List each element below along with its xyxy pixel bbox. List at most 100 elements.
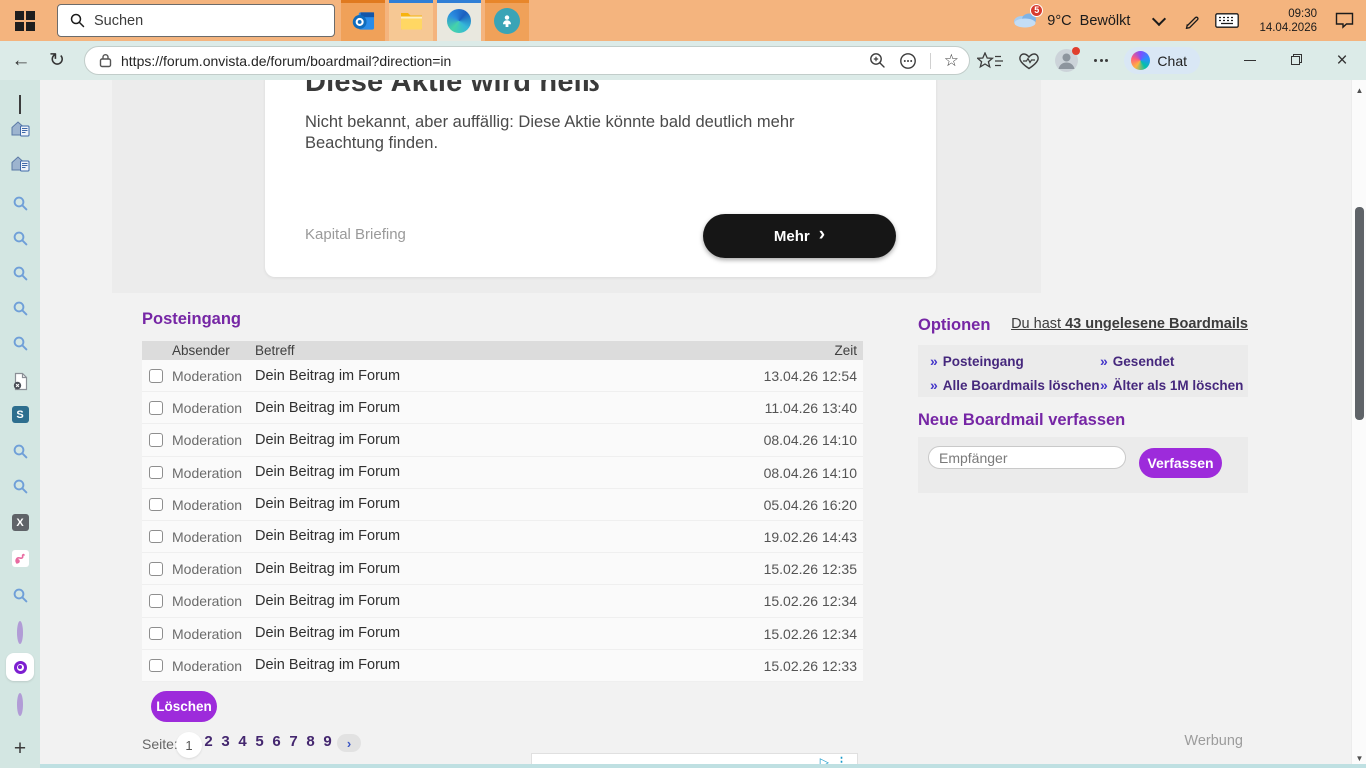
search-tab[interactable] (0, 231, 40, 251)
top-ad-card[interactable]: Diese Aktie wird heiß Nicht bekannt, abe… (265, 80, 936, 277)
taskbar-app-outlook[interactable] (341, 0, 385, 41)
onvista-favicon-active-tab[interactable] (0, 653, 40, 681)
page-number-link[interactable]: 5 (251, 733, 268, 750)
options-title: Optionen (918, 316, 990, 335)
settings-menu-icon[interactable] (1094, 59, 1108, 62)
x-favicon-tab[interactable]: X (0, 514, 40, 531)
table-row: Moderation Dein Beitrag im Forum 15.02.2… (142, 650, 863, 682)
row-checkbox[interactable] (149, 369, 163, 383)
search-tab[interactable] (0, 479, 40, 499)
unread-boardmails-link[interactable]: Du hast 43 ungelesene Boardmails (1011, 316, 1248, 332)
file-x-tab[interactable] (0, 372, 40, 396)
taskbar-app-file-explorer[interactable] (389, 0, 433, 41)
row-subject-link[interactable]: Dein Beitrag im Forum (255, 400, 400, 416)
flamingo-favicon-tab[interactable] (0, 550, 40, 567)
page-number-link[interactable]: 2 (200, 733, 217, 750)
touch-keyboard-icon[interactable] (1215, 13, 1239, 28)
next-page-button[interactable]: › (337, 734, 361, 752)
s-favicon-tab[interactable]: S (0, 406, 40, 423)
web-capture-icon[interactable] (899, 52, 917, 70)
new-tab-button[interactable]: + (0, 737, 40, 761)
row-checkbox[interactable] (149, 530, 163, 544)
scroll-down-arrow[interactable]: ▼ (1352, 754, 1366, 763)
minimize-button[interactable] (1242, 52, 1258, 70)
profile-avatar[interactable] (1055, 49, 1078, 72)
option-link[interactable]: »Gesendet (1100, 353, 1174, 369)
taskbar-search-input[interactable]: Suchen (57, 4, 335, 37)
taskbar-app-edge[interactable] (437, 0, 481, 41)
page-number-link[interactable]: 8 (302, 733, 319, 750)
favorites-list-icon[interactable] (977, 52, 1003, 70)
page-number-link[interactable]: 9 (319, 733, 336, 750)
row-subject-link[interactable]: Dein Beitrag im Forum (255, 625, 400, 641)
chevron-down-tab[interactable] (0, 95, 40, 113)
close-button[interactable]: × (1334, 50, 1350, 72)
url-text: https://forum.onvista.de/forum/boardmail… (121, 53, 856, 69)
refresh-button[interactable]: ↻ (42, 49, 72, 72)
copilot-chat-button[interactable]: Chat (1124, 47, 1200, 74)
search-tab[interactable] (0, 444, 40, 464)
onvista-favicon-tab[interactable] (0, 624, 40, 642)
row-subject-link[interactable]: Dein Beitrag im Forum (255, 593, 400, 609)
compose-button[interactable]: Verfassen (1139, 448, 1222, 478)
back-button[interactable]: ← (6, 50, 36, 72)
option-link[interactable]: »Älter als 1M löschen (1100, 377, 1243, 393)
flamingo-favicon-icon (12, 550, 29, 567)
weather-text[interactable]: 9°C Bewölkt (1047, 13, 1130, 29)
clock-time: 09:30 (1259, 7, 1317, 21)
option-link[interactable]: »Alle Boardmails löschen (930, 377, 1100, 393)
search-icon (70, 13, 85, 28)
notifications-icon[interactable] (1335, 12, 1354, 29)
ad-mehr-button[interactable]: Mehr› (703, 214, 896, 258)
page-number-link[interactable]: 3 (217, 733, 234, 750)
row-subject-link[interactable]: Dein Beitrag im Forum (255, 561, 400, 577)
row-checkbox[interactable] (149, 498, 163, 512)
chevron-down-icon[interactable] (1152, 11, 1166, 25)
row-subject-link[interactable]: Dein Beitrag im Forum (255, 496, 400, 512)
row-checkbox[interactable] (149, 562, 163, 576)
search-tab[interactable] (0, 196, 40, 216)
row-subject-link[interactable]: Dein Beitrag im Forum (255, 528, 400, 544)
vertical-scrollbar[interactable]: ▲ ▼ (1351, 80, 1366, 768)
delete-button[interactable]: Löschen (151, 691, 217, 722)
browser-essentials-icon[interactable] (1019, 52, 1039, 70)
page-number-link[interactable]: 4 (234, 733, 251, 750)
row-checkbox[interactable] (149, 594, 163, 608)
scroll-thumb[interactable] (1355, 207, 1364, 420)
search-tab[interactable] (0, 301, 40, 321)
page-number-link[interactable]: 7 (285, 733, 302, 750)
row-time: 08.04.26 14:10 (764, 432, 857, 448)
option-link[interactable]: »Posteingang (930, 353, 1024, 369)
row-time: 15.02.26 12:34 (764, 626, 857, 642)
row-checkbox[interactable] (149, 659, 163, 673)
onvista-favicon-tab[interactable] (0, 696, 40, 714)
row-checkbox[interactable] (149, 466, 163, 480)
werbung-label: Werbung (1184, 733, 1243, 749)
taskbar-clock[interactable]: 09:30 14.04.2026 (1259, 7, 1317, 35)
row-subject-link[interactable]: Dein Beitrag im Forum (255, 432, 400, 448)
row-subject-link[interactable]: Dein Beitrag im Forum (255, 464, 400, 480)
recipient-input[interactable] (928, 446, 1126, 469)
search-tab[interactable] (0, 336, 40, 356)
scroll-up-arrow[interactable]: ▲ (1352, 86, 1366, 95)
start-button-icon[interactable] (15, 11, 34, 30)
row-subject-link[interactable]: Dein Beitrag im Forum (255, 368, 400, 384)
search-tab[interactable] (0, 266, 40, 286)
family-app-icon (494, 8, 520, 34)
home-doc-tab[interactable] (0, 155, 40, 177)
row-checkbox[interactable] (149, 401, 163, 415)
address-bar[interactable]: https://forum.onvista.de/forum/boardmail… (84, 46, 970, 75)
favorite-star-icon[interactable]: ☆ (944, 51, 959, 71)
x-favicon-icon: X (12, 514, 29, 531)
search-tab[interactable] (0, 588, 40, 608)
zoom-icon[interactable] (869, 52, 886, 69)
row-checkbox[interactable] (149, 627, 163, 641)
restore-button[interactable] (1288, 52, 1304, 70)
row-subject-link[interactable]: Dein Beitrag im Forum (255, 657, 400, 673)
pen-icon[interactable] (1184, 12, 1201, 29)
row-checkbox[interactable] (149, 433, 163, 447)
weather-icon[interactable]: 5 (1012, 9, 1039, 33)
home-doc-tab[interactable] (0, 120, 40, 142)
taskbar-app-family[interactable] (485, 0, 529, 41)
page-number-link[interactable]: 6 (268, 733, 285, 750)
